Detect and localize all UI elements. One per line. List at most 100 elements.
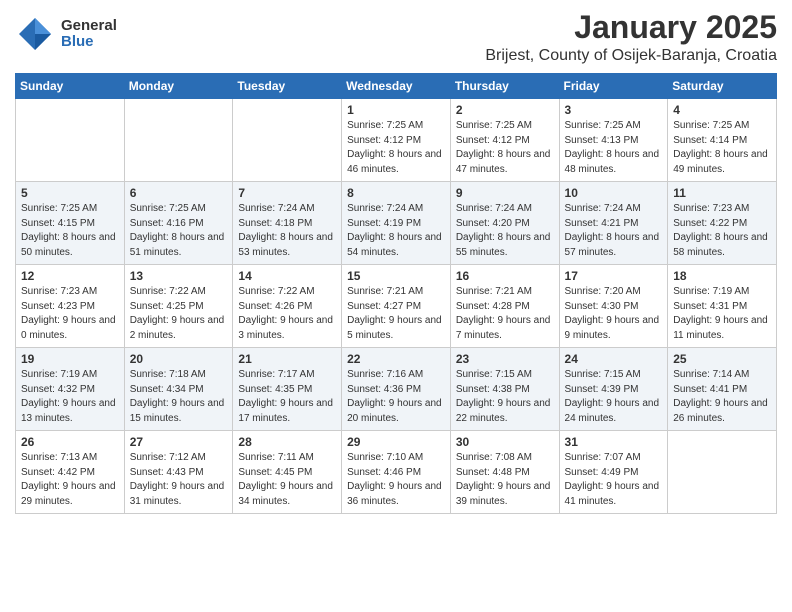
day-number: 7 [238, 186, 336, 200]
col-friday: Friday [559, 74, 668, 99]
calendar-cell: 25 Sunrise: 7:14 AMSunset: 4:41 PMDayligh… [668, 348, 777, 431]
day-info: Sunrise: 7:19 AMSunset: 4:31 PMDaylight:… [673, 285, 771, 343]
day-number: 19 [21, 352, 119, 366]
day-info: Sunrise: 7:25 AMSunset: 4:15 PMDaylight:… [21, 202, 119, 260]
calendar-cell: 18 Sunrise: 7:19 AMSunset: 4:31 PMDayligh… [668, 265, 777, 348]
calendar-cell: 21 Sunrise: 7:17 AMSunset: 4:35 PMDayligh… [233, 348, 342, 431]
calendar-cell: 17Sunrise: 7:20 AMSunset: 4:30 PMDayligh… [559, 265, 668, 348]
calendar-cell: 5 Sunrise: 7:25 AMSunset: 4:15 PMDaylight… [16, 182, 125, 265]
day-info: Sunrise: 7:18 AMSunset: 4:34 PMDaylight:… [130, 368, 228, 426]
day-info: Sunrise: 7:17 AMSunset: 4:35 PMDaylight:… [238, 368, 336, 426]
day-info: Sunrise: 7:24 AMSunset: 4:18 PMDaylight:… [238, 202, 336, 260]
day-info: Sunrise: 7:10 AMSunset: 4:46 PMDaylight:… [347, 451, 445, 509]
day-number: 17 [565, 269, 663, 283]
day-number: 18 [673, 269, 771, 283]
day-number: 14 [238, 269, 336, 283]
day-number: 5 [21, 186, 119, 200]
calendar-cell: 8 Sunrise: 7:24 AMSunset: 4:19 PMDaylight… [342, 182, 451, 265]
day-info: Sunrise: 7:08 AMSunset: 4:48 PMDaylight:… [456, 451, 554, 509]
day-info: Sunrise: 7:13 AMSunset: 4:42 PMDaylight:… [21, 451, 119, 509]
col-thursday: Thursday [450, 74, 559, 99]
calendar-cell: 30Sunrise: 7:08 AMSunset: 4:48 PMDayligh… [450, 431, 559, 514]
calendar-cell: 3Sunrise: 7:25 AMSunset: 4:13 PMDaylight… [559, 99, 668, 182]
calendar-cell: 4Sunrise: 7:25 AMSunset: 4:14 PMDaylight… [668, 99, 777, 182]
logo-blue-text: Blue [61, 34, 117, 51]
page: General Blue January 2025 Brijest, Count… [0, 0, 792, 612]
calendar-table: Sunday Monday Tuesday Wednesday Thursday… [15, 73, 777, 514]
day-number: 13 [130, 269, 228, 283]
day-number: 23 [456, 352, 554, 366]
week-row-1: 1 Sunrise: 7:25 AMSunset: 4:12 PMDaylight… [16, 99, 777, 182]
day-info: Sunrise: 7:15 AMSunset: 4:38 PMDaylight:… [456, 368, 554, 426]
day-info: Sunrise: 7:23 AMSunset: 4:23 PMDaylight:… [21, 285, 119, 343]
day-number: 21 [238, 352, 336, 366]
calendar-cell [233, 99, 342, 182]
header-row: Sunday Monday Tuesday Wednesday Thursday… [16, 74, 777, 99]
day-number: 9 [456, 186, 554, 200]
day-number: 16 [456, 269, 554, 283]
day-info: Sunrise: 7:25 AMSunset: 4:13 PMDaylight:… [565, 119, 663, 177]
day-info: Sunrise: 7:25 AMSunset: 4:12 PMDaylight:… [456, 119, 554, 177]
day-info: Sunrise: 7:24 AMSunset: 4:21 PMDaylight:… [565, 202, 663, 260]
week-row-5: 26Sunrise: 7:13 AMSunset: 4:42 PMDayligh… [16, 431, 777, 514]
day-number: 20 [130, 352, 228, 366]
day-info: Sunrise: 7:12 AMSunset: 4:43 PMDaylight:… [130, 451, 228, 509]
day-number: 29 [347, 435, 445, 449]
day-info: Sunrise: 7:21 AMSunset: 4:28 PMDaylight:… [456, 285, 554, 343]
calendar-cell: 19Sunrise: 7:19 AMSunset: 4:32 PMDayligh… [16, 348, 125, 431]
calendar-cell [16, 99, 125, 182]
day-number: 22 [347, 352, 445, 366]
day-number: 25 [673, 352, 771, 366]
day-info: Sunrise: 7:11 AMSunset: 4:45 PMDaylight:… [238, 451, 336, 509]
calendar-cell: 1 Sunrise: 7:25 AMSunset: 4:12 PMDaylight… [342, 99, 451, 182]
day-info: Sunrise: 7:23 AMSunset: 4:22 PMDaylight:… [673, 202, 771, 260]
day-number: 6 [130, 186, 228, 200]
logo-general-text: General [61, 18, 117, 35]
day-info: Sunrise: 7:24 AMSunset: 4:19 PMDaylight:… [347, 202, 445, 260]
logo-icon [15, 14, 55, 54]
day-number: 4 [673, 103, 771, 117]
day-info: Sunrise: 7:16 AMSunset: 4:36 PMDaylight:… [347, 368, 445, 426]
day-number: 8 [347, 186, 445, 200]
calendar-cell: 7 Sunrise: 7:24 AMSunset: 4:18 PMDaylight… [233, 182, 342, 265]
day-number: 11 [673, 186, 771, 200]
week-row-4: 19Sunrise: 7:19 AMSunset: 4:32 PMDayligh… [16, 348, 777, 431]
calendar-cell: 28Sunrise: 7:11 AMSunset: 4:45 PMDayligh… [233, 431, 342, 514]
col-sunday: Sunday [16, 74, 125, 99]
col-wednesday: Wednesday [342, 74, 451, 99]
calendar-cell [124, 99, 233, 182]
col-saturday: Saturday [668, 74, 777, 99]
subtitle: Brijest, County of Osijek-Baranja, Croat… [485, 47, 777, 65]
calendar-cell: 15Sunrise: 7:21 AMSunset: 4:27 PMDayligh… [342, 265, 451, 348]
week-row-2: 5 Sunrise: 7:25 AMSunset: 4:15 PMDaylight… [16, 182, 777, 265]
day-info: Sunrise: 7:25 AMSunset: 4:12 PMDaylight:… [347, 119, 445, 177]
calendar-cell: 14 Sunrise: 7:22 AMSunset: 4:26 PMDayligh… [233, 265, 342, 348]
calendar-cell: 29 Sunrise: 7:10 AMSunset: 4:46 PMDayligh… [342, 431, 451, 514]
day-info: Sunrise: 7:22 AMSunset: 4:26 PMDaylight:… [238, 285, 336, 343]
day-number: 1 [347, 103, 445, 117]
day-number: 12 [21, 269, 119, 283]
calendar-cell [668, 431, 777, 514]
day-number: 2 [456, 103, 554, 117]
calendar-cell: 9Sunrise: 7:24 AMSunset: 4:20 PMDaylight… [450, 182, 559, 265]
calendar-cell: 2 Sunrise: 7:25 AMSunset: 4:12 PMDaylight… [450, 99, 559, 182]
logo: General Blue [15, 14, 117, 54]
calendar-cell: 10 Sunrise: 7:24 AMSunset: 4:21 PMDayligh… [559, 182, 668, 265]
calendar-cell: 31Sunrise: 7:07 AMSunset: 4:49 PMDayligh… [559, 431, 668, 514]
col-monday: Monday [124, 74, 233, 99]
calendar-cell: 22 Sunrise: 7:16 AMSunset: 4:36 PMDayligh… [342, 348, 451, 431]
day-info: Sunrise: 7:21 AMSunset: 4:27 PMDaylight:… [347, 285, 445, 343]
col-tuesday: Tuesday [233, 74, 342, 99]
calendar-cell: 24 Sunrise: 7:15 AMSunset: 4:39 PMDayligh… [559, 348, 668, 431]
day-info: Sunrise: 7:14 AMSunset: 4:41 PMDaylight:… [673, 368, 771, 426]
calendar-cell: 11 Sunrise: 7:23 AMSunset: 4:22 PMDayligh… [668, 182, 777, 265]
day-info: Sunrise: 7:22 AMSunset: 4:25 PMDaylight:… [130, 285, 228, 343]
calendar-cell: 16 Sunrise: 7:21 AMSunset: 4:28 PMDayligh… [450, 265, 559, 348]
day-info: Sunrise: 7:07 AMSunset: 4:49 PMDaylight:… [565, 451, 663, 509]
day-number: 27 [130, 435, 228, 449]
calendar-cell: 6Sunrise: 7:25 AMSunset: 4:16 PMDaylight… [124, 182, 233, 265]
calendar-cell: 20 Sunrise: 7:18 AMSunset: 4:34 PMDayligh… [124, 348, 233, 431]
day-info: Sunrise: 7:15 AMSunset: 4:39 PMDaylight:… [565, 368, 663, 426]
day-number: 10 [565, 186, 663, 200]
day-number: 24 [565, 352, 663, 366]
